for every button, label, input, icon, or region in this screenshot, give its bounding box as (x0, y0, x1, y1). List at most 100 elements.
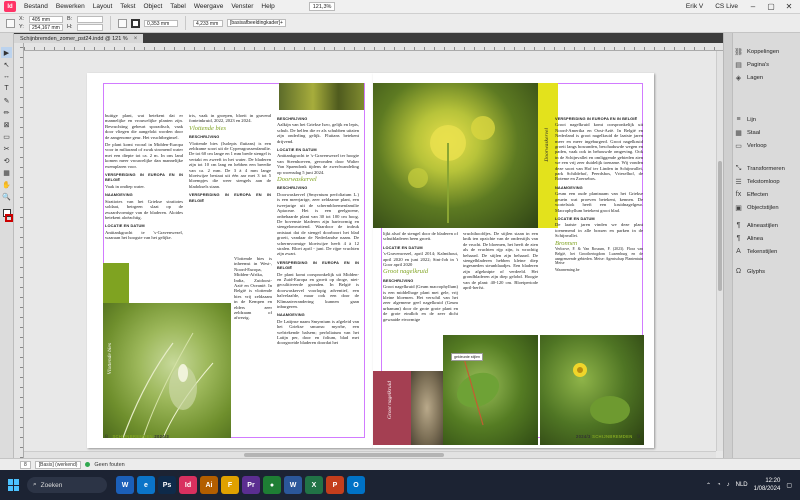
taskbar-app-icon[interactable]: W (116, 476, 134, 494)
taskbar-app-icon[interactable]: Id (179, 476, 197, 494)
h-field[interactable] (77, 23, 103, 31)
taskbar-app-icon[interactable]: F (221, 476, 239, 494)
taskbar-app-icon[interactable]: Ps (158, 476, 176, 494)
taskbar-search[interactable]: ⌕ Zoeken (27, 477, 107, 493)
gradient-tool-icon[interactable]: ▦ (1, 167, 12, 178)
taskbar-app-icon[interactable]: O (347, 476, 365, 494)
page-left[interactable]: buitige plant, wat betekent dat er manne… (87, 73, 373, 448)
cs-live[interactable]: CS Live (711, 3, 742, 10)
photo-doorwaskervel[interactable] (373, 83, 538, 228)
panel-tekenstijlen[interactable]: A Tekenstijlen (735, 245, 799, 258)
panel-glyphs[interactable]: Ω Glyphs (735, 265, 799, 278)
pen-tool-icon[interactable]: ✎ (1, 95, 12, 106)
panel-lijn[interactable]: ≡ Lijn (735, 113, 799, 126)
minimize-icon[interactable]: – (746, 1, 760, 13)
pages-icon: ▤ (735, 61, 742, 69)
text-column-2[interactable]: vruchthoofdjes. De stijlen staan in een … (463, 231, 538, 341)
rectangle-frame-tool-icon[interactable]: ⊠ (1, 119, 12, 130)
type-tool-icon[interactable]: T (1, 83, 12, 94)
direct-selection-tool-icon[interactable]: ↖ (1, 59, 12, 70)
photo-groot-nagelkruid-ground[interactable] (411, 371, 443, 445)
fill-swatch[interactable] (118, 18, 127, 28)
gap-tool-icon[interactable]: ↔ (1, 71, 12, 82)
zoom-tool-icon[interactable]: 🔍 (1, 191, 12, 202)
stroke-color-icon[interactable] (4, 214, 13, 222)
menu-bewerken[interactable]: Bewerken (52, 3, 89, 10)
panel-tekstomloop[interactable]: ☰ Tekstomloop (735, 175, 799, 188)
taskbar-app-icon[interactable]: P (326, 476, 344, 494)
panel-verloop[interactable]: ▭ Verloop (735, 139, 799, 152)
page-number-field[interactable]: 8 (20, 460, 31, 469)
photo-groot-nagelkruid-stem[interactable] (443, 335, 538, 445)
stroke-weight-field[interactable]: 0,353 mm (144, 19, 178, 27)
zoom-field[interactable]: 121,3% (308, 2, 336, 11)
scroll-thumb[interactable] (244, 453, 444, 457)
panel-koppelingen[interactable]: ⛓ Koppelingen (734, 45, 799, 58)
panel-staal[interactable]: ▦ Staal (735, 126, 799, 139)
close-tab-icon[interactable]: × (134, 36, 138, 42)
taskbar-app-icon[interactable]: Pr (242, 476, 260, 494)
photo-groot-nagelkruid-flower[interactable] (540, 335, 644, 445)
horizontal-ruler[interactable] (24, 43, 723, 51)
selection-tool-icon[interactable]: ▶ (1, 47, 12, 58)
page-right[interactable]: Doorwaskervel lijkt alsof de stengel doo… (373, 73, 654, 448)
taskbar-app-icon[interactable]: Ai (200, 476, 218, 494)
working-mode[interactable]: [Basis] (werkend) (34, 460, 82, 469)
text-column-2[interactable]: iris, vaak in groepen, bloeit in gravend… (189, 113, 271, 255)
panel-transformeren[interactable]: ⤡ Transformeren (735, 162, 799, 175)
w-field[interactable] (77, 15, 103, 23)
maximize-icon[interactable]: ▢ (764, 1, 778, 13)
panel-alineastijlen[interactable]: ¶ Alineastijlen (735, 219, 799, 232)
text-column-2-wrap[interactable]: Vlottende bies is inheemst in West-, Noo… (234, 256, 272, 331)
panel-effecten[interactable]: fx Effecten (735, 188, 799, 201)
menu-tekst[interactable]: Tekst (116, 3, 139, 10)
windows-start-icon[interactable] (8, 479, 20, 491)
vertical-scrollbar[interactable] (716, 51, 723, 451)
scissors-tool-icon[interactable]: ✂ (1, 143, 12, 154)
panel-collapse-strip[interactable] (724, 33, 733, 458)
menu-tabel[interactable]: Tabel (166, 3, 190, 10)
menu-weergave[interactable]: Weergave (190, 3, 228, 10)
photo-doorwaskervel-top[interactable] (279, 83, 364, 110)
rectangle-tool-icon[interactable]: ▭ (1, 131, 12, 142)
panel-paginas[interactable]: ▤ Pagina's (735, 58, 799, 71)
y-field[interactable]: 254,167 mm (29, 23, 63, 31)
object-style-select[interactable]: [basisafbeeldingkader]+ (227, 19, 286, 27)
horizontal-scrollbar[interactable] (24, 451, 716, 458)
x-field[interactable]: 405 mm (29, 15, 63, 23)
stroke-swatch[interactable] (131, 18, 140, 28)
user-name[interactable]: Erik V (682, 3, 707, 10)
language-indicator[interactable]: NLD (736, 482, 748, 488)
clock[interactable]: 12:20 1/08/2024 (754, 477, 781, 493)
panel-lagen[interactable]: ◈ Lagen (735, 71, 799, 84)
document-tab[interactable]: Schijnbremden_zomer_pst24.indd @ 121 % × (14, 34, 144, 43)
menu-bestand[interactable]: Bestand (20, 3, 52, 10)
rotate-tool-icon[interactable]: ⟲ (1, 155, 12, 166)
chevron-up-icon[interactable]: ⌃ (706, 482, 711, 489)
photo-vlottende-bies[interactable]: Vlottende bies (103, 303, 231, 438)
wifi-icon[interactable]: ◔ (717, 482, 721, 488)
hand-tool-icon[interactable]: ✋ (1, 179, 12, 190)
panel-alinea[interactable]: ¶ Alinea (735, 232, 799, 245)
text-column-3[interactable]: Verspreiding in Europa en in België Groo… (555, 113, 643, 333)
text-column-3[interactable]: Beschrijving Aalkijn van het Griekse Ise… (277, 113, 359, 431)
taskbar-app-icon[interactable]: W (284, 476, 302, 494)
panel-objectstijlen[interactable]: ▣ Objectstijlen (735, 201, 799, 214)
menu-venster[interactable]: Venster (227, 3, 257, 10)
vertical-ruler[interactable] (14, 43, 24, 458)
scroll-thumb[interactable] (718, 161, 722, 291)
close-icon[interactable]: ✕ (782, 1, 796, 13)
taskbar-app-icon[interactable]: X (305, 476, 323, 494)
preflight-text[interactable]: Geen fouten (94, 462, 124, 468)
pencil-tool-icon[interactable]: ✏ (1, 107, 12, 118)
volume-icon[interactable]: ♪ (727, 482, 730, 488)
menu-layout[interactable]: Layout (89, 3, 117, 10)
notifications-icon[interactable]: ▢ (786, 482, 792, 489)
taskbar-app-icon[interactable]: e (137, 476, 155, 494)
reference-point-icon[interactable] (6, 18, 15, 28)
heading-verspreiding: Verspreiding in Europa en in België (555, 116, 638, 121)
menu-help[interactable]: Help (257, 3, 278, 10)
size-field[interactable]: 4,233 mm (193, 19, 223, 27)
menu-object[interactable]: Object (139, 3, 166, 10)
taskbar-app-icon[interactable]: ● (263, 476, 281, 494)
